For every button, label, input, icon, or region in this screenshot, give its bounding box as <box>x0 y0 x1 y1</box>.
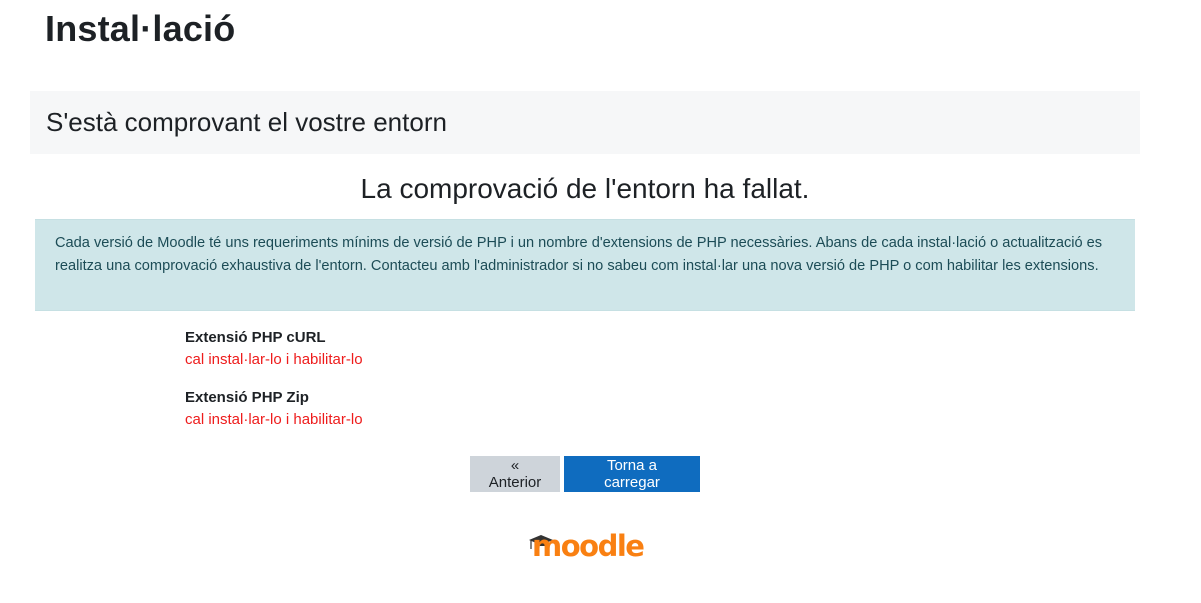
requirement-name: Extensió PHP cURL <box>185 329 326 346</box>
info-alert: Cada versió de Moodle té uns requeriment… <box>35 219 1135 311</box>
result-heading: La comprovació de l'entorn ha fallat. <box>360 173 810 204</box>
requirement-status: cal instal·lar-lo i habilitar-lo <box>185 411 363 428</box>
page-title: Instal·lació <box>45 8 236 49</box>
previous-button[interactable]: « Anterior <box>470 456 560 492</box>
requirement-item: Extensió PHP Zip cal instal·lar-lo i hab… <box>185 387 363 447</box>
stage-title: S'està comprovant el vostre entorn <box>46 107 447 137</box>
requirement-status: cal instal·lar-lo i habilitar-lo <box>185 351 363 368</box>
stage-header: S'està comprovant el vostre entorn <box>30 91 1140 154</box>
moodle-logo-icon: moodle <box>529 529 644 560</box>
requirement-name: Extensió PHP Zip <box>185 389 309 406</box>
requirements-list: Extensió PHP cURL cal instal·lar-lo i ha… <box>185 327 363 447</box>
logo-text: moodle <box>532 529 644 560</box>
reload-button[interactable]: Torna a carregar <box>564 456 700 492</box>
requirement-item: Extensió PHP cURL cal instal·lar-lo i ha… <box>185 327 363 387</box>
